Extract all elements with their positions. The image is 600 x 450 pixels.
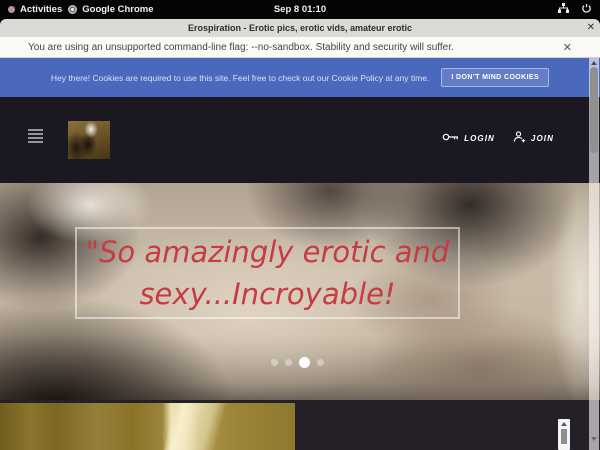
window-title: Erospiration - Erotic pics, erotic vids,…: [0, 23, 600, 33]
carousel-dot-2[interactable]: [285, 359, 292, 366]
scroll-thumb[interactable]: [590, 67, 598, 153]
power-icon[interactable]: [581, 3, 592, 17]
carousel-dot-1[interactable]: [271, 359, 278, 366]
gnome-top-bar: Activities Google Chrome Sep 8 01:10: [0, 0, 600, 19]
cookie-banner: Hey there! Cookies are required to use t…: [0, 58, 600, 97]
infobar-message: You are using an unsupported command-lin…: [0, 42, 454, 53]
hero-carousel: "So amazingly erotic and sexy...Incroyab…: [0, 183, 600, 400]
clock[interactable]: Sep 8 01:10: [0, 4, 600, 15]
site-logo[interactable]: [68, 121, 110, 159]
embedded-scroll-thumb[interactable]: [561, 429, 567, 444]
scroll-down-icon[interactable]: [591, 437, 597, 441]
hamburger-menu-icon[interactable]: [28, 129, 43, 145]
infobar-close-button[interactable]: ✕: [563, 41, 572, 54]
carousel-dots: [259, 353, 335, 371]
cookie-message: Hey there! Cookies are required to use t…: [51, 73, 429, 83]
join-button[interactable]: JOIN: [513, 131, 554, 145]
site-header: LOGIN JOIN: [0, 97, 600, 183]
hero-quote-line2: sexy...Incroyable!: [77, 273, 458, 315]
join-label: JOIN: [531, 134, 554, 143]
header-nav: LOGIN JOIN: [442, 131, 554, 145]
network-icon[interactable]: [558, 3, 569, 16]
key-icon: [442, 132, 459, 144]
desktop: Activities Google Chrome Sep 8 01:10: [0, 0, 600, 450]
carousel-dot-4[interactable]: [317, 359, 324, 366]
hero-quote-box: "So amazingly erotic and sexy...Incroyab…: [75, 227, 460, 319]
carousel-dot-3[interactable]: [299, 357, 310, 368]
chrome-infobar: You are using an unsupported command-lin…: [0, 37, 600, 58]
embedded-scrollbar[interactable]: [558, 419, 570, 450]
gallery-thumbnail[interactable]: [0, 403, 295, 450]
embedded-scroll-up-icon[interactable]: [561, 422, 567, 426]
login-button[interactable]: LOGIN: [442, 132, 495, 144]
hero-quote-line1: "So amazingly erotic and: [77, 231, 458, 273]
accept-cookies-button[interactable]: I DON’T MIND COOKIES: [441, 68, 549, 87]
scroll-up-icon[interactable]: [591, 61, 597, 65]
window-close-button[interactable]: ✕: [587, 22, 595, 34]
page-scrollbar[interactable]: [589, 58, 599, 450]
window-titlebar: Erospiration - Erotic pics, erotic vids,…: [0, 19, 600, 37]
content-section: [0, 400, 600, 450]
login-label: LOGIN: [464, 134, 495, 143]
person-add-icon: [513, 131, 526, 145]
